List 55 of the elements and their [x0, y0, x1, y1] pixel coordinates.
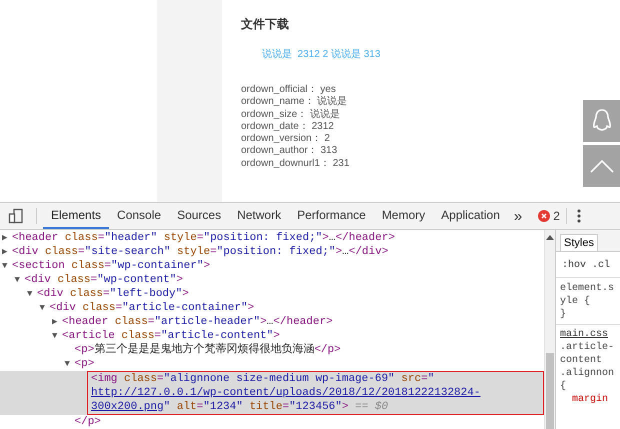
toggle-arrow[interactable]: ▼ — [14, 273, 20, 287]
dom-node[interactable]: </p> — [74, 415, 101, 429]
scrollbar[interactable] — [544, 230, 555, 429]
toggle-arrow[interactable]: ▶ — [2, 231, 8, 245]
field-line: ordown_date： 2312 — [241, 120, 335, 134]
panel-tab[interactable]: Network — [229, 203, 290, 229]
error-icon — [538, 210, 550, 222]
toggle-arrow[interactable]: ▶ — [2, 245, 8, 259]
scroll-up-icon[interactable] — [546, 234, 554, 240]
field-line: ordown_size： 说说是 — [241, 108, 341, 121]
chevron-up-icon — [590, 159, 614, 173]
css-rule-text: yle { — [560, 295, 592, 308]
css-property: margin — [571, 393, 610, 406]
panel-tab[interactable]: Console — [109, 203, 170, 229]
panel-tab[interactable]: Performance — [289, 203, 374, 229]
dom-node[interactable]: <p> — [74, 357, 94, 371]
dom-node[interactable]: <p>第三个是是是鬼地方个梵蒂冈烦得很地负海涵</p> — [74, 343, 341, 357]
toggle-arrow[interactable]: ▼ — [64, 357, 70, 371]
toggle-arrow[interactable]: ▼ — [2, 259, 8, 273]
dom-node[interactable]: <div class="site-search" style="position: fixed;">…</div> — [12, 245, 388, 259]
stylesheet-link[interactable]: main.css — [556, 324, 620, 341]
device-icon — [8, 208, 24, 224]
dom-node[interactable]: <section class="wp-container"> — [12, 259, 210, 273]
dom-node[interactable]: <div class="wp-content"> — [24, 273, 183, 287]
toggle-arrow[interactable]: ▶ — [52, 315, 58, 329]
styles-tab[interactable]: Styles — [560, 234, 598, 251]
dom-node[interactable]: <header class="header" style="position: fixed;">…</header> — [12, 231, 395, 245]
field-line: ordown_author： 313 — [241, 145, 338, 158]
field-line: ordown_downurl1： 231 — [241, 158, 350, 170]
css-rule-text: } — [560, 308, 568, 321]
panel-tab[interactable]: Sources — [169, 203, 230, 229]
css-rule-text: { — [560, 380, 568, 393]
panel-tab[interactable]: Application — [433, 203, 508, 229]
dom-node[interactable]: <div class="left-body"> — [37, 287, 189, 301]
field-line: ordown_name： 说说是 — [241, 96, 348, 109]
error-count: 2 — [553, 209, 560, 223]
section-heading: 文件下载 — [241, 16, 290, 33]
menu-icon — [576, 209, 581, 223]
toggle-arrow[interactable]: ▼ — [52, 329, 58, 343]
panel-tab[interactable]: Memory — [374, 203, 434, 229]
more-tabs-button[interactable]: » — [508, 208, 528, 224]
dom-node[interactable]: <article class="article-content"> — [62, 329, 280, 343]
toggle-arrow[interactable]: ▼ — [27, 287, 32, 301]
dom-node[interactable]: <div class="article-container"> — [50, 301, 254, 315]
penguin-icon — [592, 109, 612, 133]
css-rule-text: .alignnon — [560, 367, 616, 380]
css-rule-text: element.s — [560, 282, 616, 295]
filter-text[interactable]: :hov .cl — [556, 252, 620, 278]
css-rule-text: content — [560, 354, 604, 367]
toggle-arrow[interactable]: ▼ — [40, 301, 45, 315]
field-line: ordown_version： 2 — [241, 133, 331, 146]
dom-node[interactable]: <img class="alignnone size-medium wp-image-69" src=" http://127.0.0.1/wp-content/uploads/2018/12/20181222132824-300x200.png" alt="1234" title="123456"> == $0 — [87, 371, 544, 415]
field-line: ordown_official： yes — [241, 84, 337, 96]
css-rule-text: .article- — [560, 341, 616, 354]
dom-node[interactable]: <header class="article-header">…</header> — [62, 315, 333, 329]
